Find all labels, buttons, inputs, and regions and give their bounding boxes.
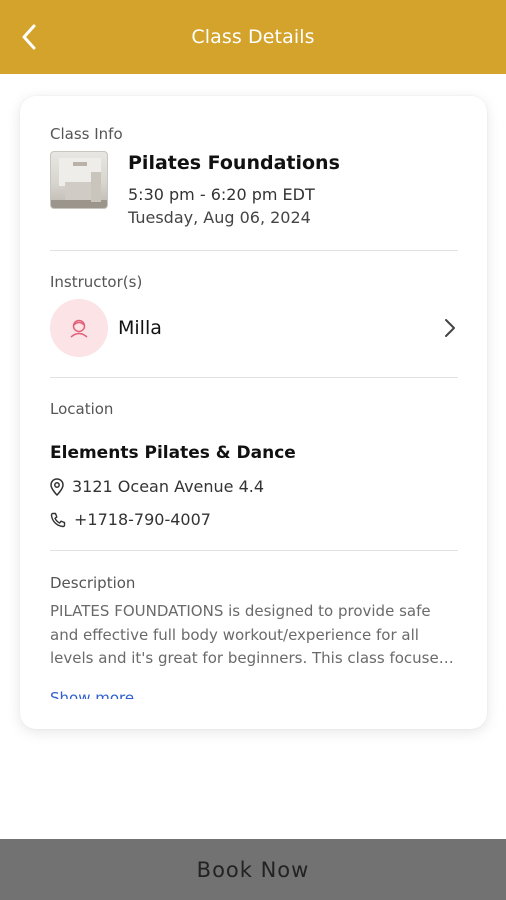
class-title: Pilates Foundations <box>128 152 340 174</box>
map-pin-icon <box>50 477 64 496</box>
location-label: Location <box>50 400 114 418</box>
divider <box>50 550 458 551</box>
instructors-label: Instructor(s) <box>50 273 143 291</box>
chevron-right-icon <box>445 319 455 337</box>
book-now-button[interactable]: Book Now <box>0 839 506 900</box>
class-details-card: Class Info Pilates Foundations 5:30 pm -… <box>20 96 487 729</box>
location-address: 3121 Ocean Avenue 4.4 <box>72 477 265 496</box>
description-label: Description <box>50 574 136 592</box>
back-button[interactable] <box>14 22 44 52</box>
location-address-row[interactable]: 3121 Ocean Avenue 4.4 <box>50 477 264 496</box>
class-date: Tuesday, Aug 06, 2024 <box>128 208 311 227</box>
class-time: 5:30 pm - 6:20 pm EDT <box>128 185 315 204</box>
divider <box>50 377 458 378</box>
chevron-left-icon <box>22 24 36 50</box>
phone-icon <box>50 512 66 527</box>
instructor-row-milla[interactable]: Milla <box>50 299 460 357</box>
studio-image-icon <box>51 158 107 208</box>
page-title: Class Details <box>191 26 315 48</box>
location-phone-row[interactable]: +1718-790-4007 <box>50 510 211 529</box>
instructor-name: Milla <box>118 317 162 339</box>
location-phone: +1718-790-4007 <box>74 510 211 529</box>
class-thumbnail <box>50 151 108 209</box>
description-text: PILATES FOUNDATIONS is designed to provi… <box>50 602 447 667</box>
location-name: Elements Pilates & Dance <box>50 443 296 463</box>
class-info-label: Class Info <box>50 125 123 143</box>
divider <box>50 250 458 251</box>
avatar <box>50 299 108 357</box>
top-app-bar: Class Details <box>0 0 506 74</box>
person-icon <box>70 319 88 338</box>
show-more-link[interactable]: Show more <box>50 688 134 699</box>
